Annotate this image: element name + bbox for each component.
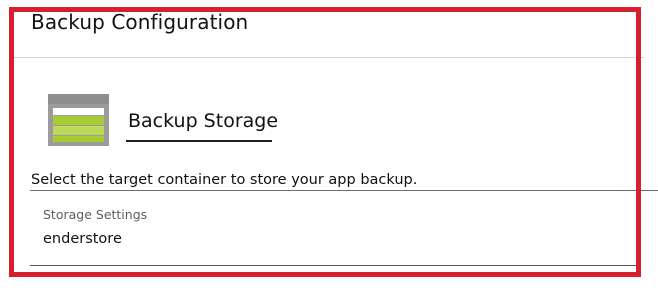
header-divider: [14, 57, 644, 58]
storage-container-icon: [48, 94, 109, 146]
section-title-underline: [126, 140, 272, 142]
storage-settings-underline: [30, 265, 640, 266]
section-description: Select the target container to store you…: [31, 172, 418, 188]
page-title: Backup Configuration: [31, 10, 249, 34]
storage-settings-value: enderstore: [43, 231, 122, 247]
section-title: Backup Storage: [128, 110, 279, 132]
description-divider: [30, 190, 658, 191]
storage-settings-label: Storage Settings: [43, 207, 148, 222]
